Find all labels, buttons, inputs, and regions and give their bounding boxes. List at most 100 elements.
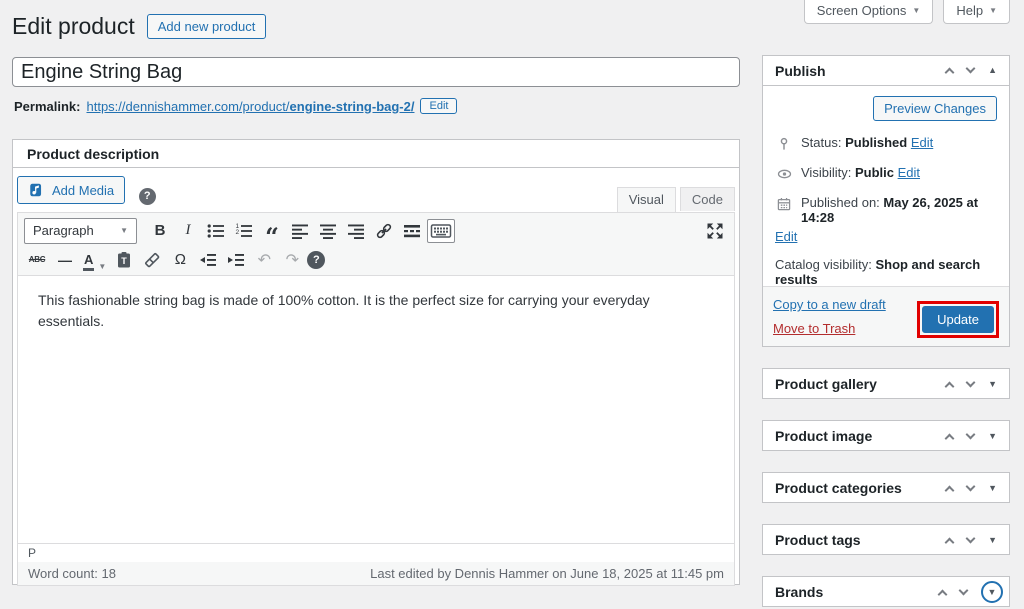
undo-button[interactable]: ↶: [251, 248, 277, 272]
catalog-visibility-row: Catalog visibility: Shop and search resu…: [775, 257, 997, 287]
permalink-row: Permalink: https://dennishammer.com/prod…: [14, 98, 457, 114]
move-up-icon[interactable]: [945, 381, 955, 391]
move-up-icon[interactable]: [945, 537, 955, 547]
toolbar-toggle-button[interactable]: [427, 219, 455, 243]
editor-toolbar: Paragraph ▼ B I 1: [18, 213, 734, 275]
product-image-header[interactable]: Product image ▼: [763, 421, 1009, 451]
blockquote-button[interactable]: “: [259, 219, 285, 243]
chevron-down-icon: ▼: [912, 6, 920, 15]
product-tags-header[interactable]: Product tags ▼: [763, 525, 1009, 555]
fullscreen-icon: [705, 221, 725, 241]
product-gallery-header[interactable]: Product gallery ▼: [763, 369, 1009, 399]
expand-panel-icon[interactable]: ▼: [988, 588, 997, 597]
tab-visual[interactable]: Visual: [617, 187, 676, 212]
text-color-button[interactable]: A ▼: [80, 248, 109, 272]
align-right-button[interactable]: [343, 219, 369, 243]
bulleted-list-button[interactable]: [203, 219, 229, 243]
edit-permalink-button[interactable]: Edit: [420, 98, 457, 114]
product-categories-header[interactable]: Product categories ▼: [763, 473, 1009, 503]
outdent-icon: [198, 250, 218, 270]
paragraph-dropdown[interactable]: Paragraph ▼: [24, 218, 137, 244]
fullscreen-button[interactable]: [702, 219, 728, 243]
publishing-actions: Copy to a new draft Move to Trash Update: [763, 286, 1009, 346]
product-categories-title: Product categories: [775, 480, 902, 496]
add-media-button[interactable]: Add Media: [17, 176, 125, 204]
edit-visibility-link[interactable]: Edit: [898, 165, 920, 180]
text-color-icon: A: [83, 253, 94, 270]
media-icon: [28, 181, 46, 199]
italic-button[interactable]: I: [175, 219, 201, 243]
product-description-panel: Product description Add Media ? Visual C…: [12, 139, 740, 585]
product-gallery-panel: Product gallery ▼: [762, 368, 1010, 399]
outdent-button[interactable]: [195, 248, 221, 272]
expand-panel-icon[interactable]: ▼: [988, 432, 997, 441]
editor-element-path[interactable]: P: [18, 543, 734, 562]
copy-to-new-draft-link[interactable]: Copy to a new draft: [773, 297, 886, 312]
eye-icon: [775, 166, 793, 182]
collapse-panel-icon[interactable]: ▲: [988, 66, 997, 75]
read-more-button[interactable]: [399, 219, 425, 243]
redo-button[interactable]: ↷: [279, 248, 305, 272]
strikethrough-button[interactable]: ABC: [24, 248, 50, 272]
svg-text:T: T: [122, 256, 128, 266]
expand-panel-icon[interactable]: ▼: [988, 536, 997, 545]
publish-header[interactable]: Publish ▲: [763, 56, 1009, 86]
help-button[interactable]: Help ▼: [943, 0, 1010, 24]
expand-panel-icon[interactable]: ▼: [988, 380, 997, 389]
insert-link-button[interactable]: [371, 219, 397, 243]
move-up-icon[interactable]: [945, 485, 955, 495]
align-right-icon: [346, 221, 366, 241]
brands-header[interactable]: Brands ▼: [763, 577, 1009, 607]
chevron-down-icon: ▼: [120, 226, 128, 235]
add-new-product-button[interactable]: Add new product: [147, 14, 267, 39]
move-down-icon[interactable]: [966, 533, 976, 543]
editor-content-area[interactable]: This fashionable string bag is made of 1…: [18, 275, 734, 543]
toolbar-row-2: ABC — A ▼ T: [24, 245, 728, 274]
chevron-down-icon: ▼: [989, 6, 997, 15]
visibility-value: Public: [855, 165, 894, 180]
update-button[interactable]: Update: [922, 306, 994, 333]
move-down-icon[interactable]: [959, 585, 969, 595]
align-left-icon: [290, 221, 310, 241]
page-heading-row: Edit product Add new product: [12, 12, 266, 42]
product-gallery-title: Product gallery: [775, 376, 877, 392]
clear-formatting-button[interactable]: [139, 248, 165, 272]
add-media-label: Add Media: [52, 183, 114, 198]
pin-icon: [775, 136, 793, 152]
move-up-icon[interactable]: [945, 433, 955, 443]
bulleted-list-icon: [206, 221, 226, 241]
align-left-button[interactable]: [287, 219, 313, 243]
special-character-button[interactable]: Ω: [167, 248, 193, 272]
move-up-icon[interactable]: [938, 589, 948, 599]
paste-as-text-button[interactable]: T: [111, 248, 137, 272]
product-tags-panel: Product tags ▼: [762, 524, 1010, 555]
align-center-button[interactable]: [315, 219, 341, 243]
move-up-icon[interactable]: [945, 68, 955, 78]
move-down-icon[interactable]: [966, 64, 976, 74]
horizontal-rule-button[interactable]: —: [52, 248, 78, 272]
product-title-input[interactable]: [12, 57, 740, 87]
move-to-trash-link[interactable]: Move to Trash: [773, 321, 886, 336]
focus-ring: ▼: [981, 581, 1003, 603]
edit-published-on-link[interactable]: Edit: [775, 229, 997, 244]
move-down-icon[interactable]: [966, 429, 976, 439]
chevron-down-icon: ▼: [98, 262, 106, 271]
keyboard-shortcuts-help-button[interactable]: ?: [307, 251, 325, 269]
brands-panel: Brands ▼: [762, 576, 1010, 607]
screen-options-button[interactable]: Screen Options ▼: [804, 0, 934, 24]
permalink-link[interactable]: https://dennishammer.com/product/engine-…: [86, 99, 414, 114]
tab-code[interactable]: Code: [680, 187, 735, 211]
editor-help-icon[interactable]: ?: [139, 188, 156, 205]
expand-panel-icon[interactable]: ▼: [988, 484, 997, 493]
edit-status-link[interactable]: Edit: [911, 135, 933, 150]
screen-meta-links: Screen Options ▼ Help ▼: [804, 0, 1010, 24]
indent-button[interactable]: [223, 248, 249, 272]
numbered-list-button[interactable]: 1 2: [231, 219, 257, 243]
editor-container: Paragraph ▼ B I 1: [17, 212, 735, 562]
preview-changes-button[interactable]: Preview Changes: [873, 96, 997, 121]
product-description-header[interactable]: Product description: [13, 140, 739, 168]
move-down-icon[interactable]: [966, 481, 976, 491]
move-down-icon[interactable]: [966, 377, 976, 387]
bold-button[interactable]: B: [147, 219, 173, 243]
published-on-label: Published on:: [801, 195, 880, 210]
